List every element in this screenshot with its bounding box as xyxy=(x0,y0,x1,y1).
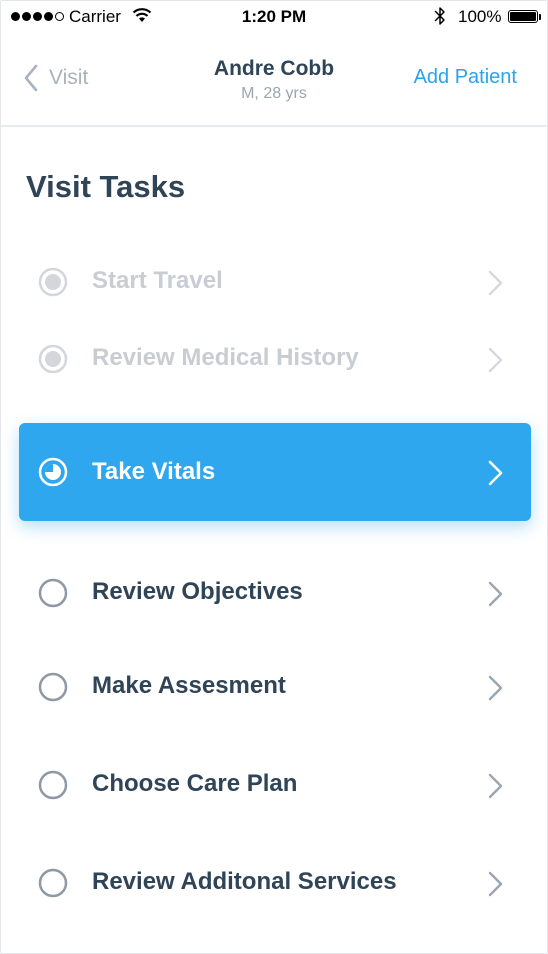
battery-icon xyxy=(508,10,538,23)
task-review-objectives[interactable]: Review Objectives xyxy=(19,562,531,624)
task-label: Take Vitals xyxy=(92,458,216,485)
task-label: Make Assesment xyxy=(92,672,286,699)
status-bar: Carrier 1:20 PM 100% xyxy=(1,1,547,35)
chevron-right-icon xyxy=(488,460,503,486)
task-choose-care-plan[interactable]: Choose Care Plan xyxy=(19,754,531,816)
task-make-assesment[interactable]: Make Assesment xyxy=(19,656,531,718)
battery-percentage: 100% xyxy=(458,7,502,26)
chevron-right-icon xyxy=(488,347,503,373)
radio-unchecked-icon xyxy=(38,770,68,800)
task-label: Review Additonal Services xyxy=(92,868,397,895)
chevron-right-icon xyxy=(488,270,503,296)
task-label: Choose Care Plan xyxy=(92,770,298,797)
bluetooth-icon xyxy=(434,7,445,25)
task-review-additonal-services[interactable]: Review Additonal Services xyxy=(19,852,531,914)
chevron-right-icon xyxy=(488,675,503,701)
page-title: Visit Tasks xyxy=(26,169,186,204)
completed-radio-icon xyxy=(38,267,68,297)
in-progress-radio-icon xyxy=(38,457,68,487)
add-patient-button[interactable]: Add Patient xyxy=(414,66,517,89)
radio-unchecked-icon xyxy=(38,578,68,608)
battery-tip xyxy=(539,14,541,20)
task-label: Start Travel xyxy=(92,267,223,294)
radio-unchecked-icon xyxy=(38,672,68,702)
navigation-bar: Visit Andre Cobb M, 28 yrs Add Patient xyxy=(1,35,547,127)
task-label: Review Objectives xyxy=(92,578,303,605)
task-take-vitals[interactable]: Take Vitals xyxy=(19,423,531,521)
task-start-travel[interactable]: Start Travel xyxy=(19,251,531,313)
chevron-right-icon xyxy=(488,871,503,897)
task-review-medical-history[interactable]: Review Medical History xyxy=(19,328,531,390)
chevron-right-icon xyxy=(488,773,503,799)
chevron-right-icon xyxy=(488,581,503,607)
app-screen: Carrier 1:20 PM 100% Visit Andre Cobb M,… xyxy=(0,0,548,954)
radio-unchecked-icon xyxy=(38,868,68,898)
task-label: Review Medical History xyxy=(92,344,359,371)
completed-radio-icon xyxy=(38,344,68,374)
